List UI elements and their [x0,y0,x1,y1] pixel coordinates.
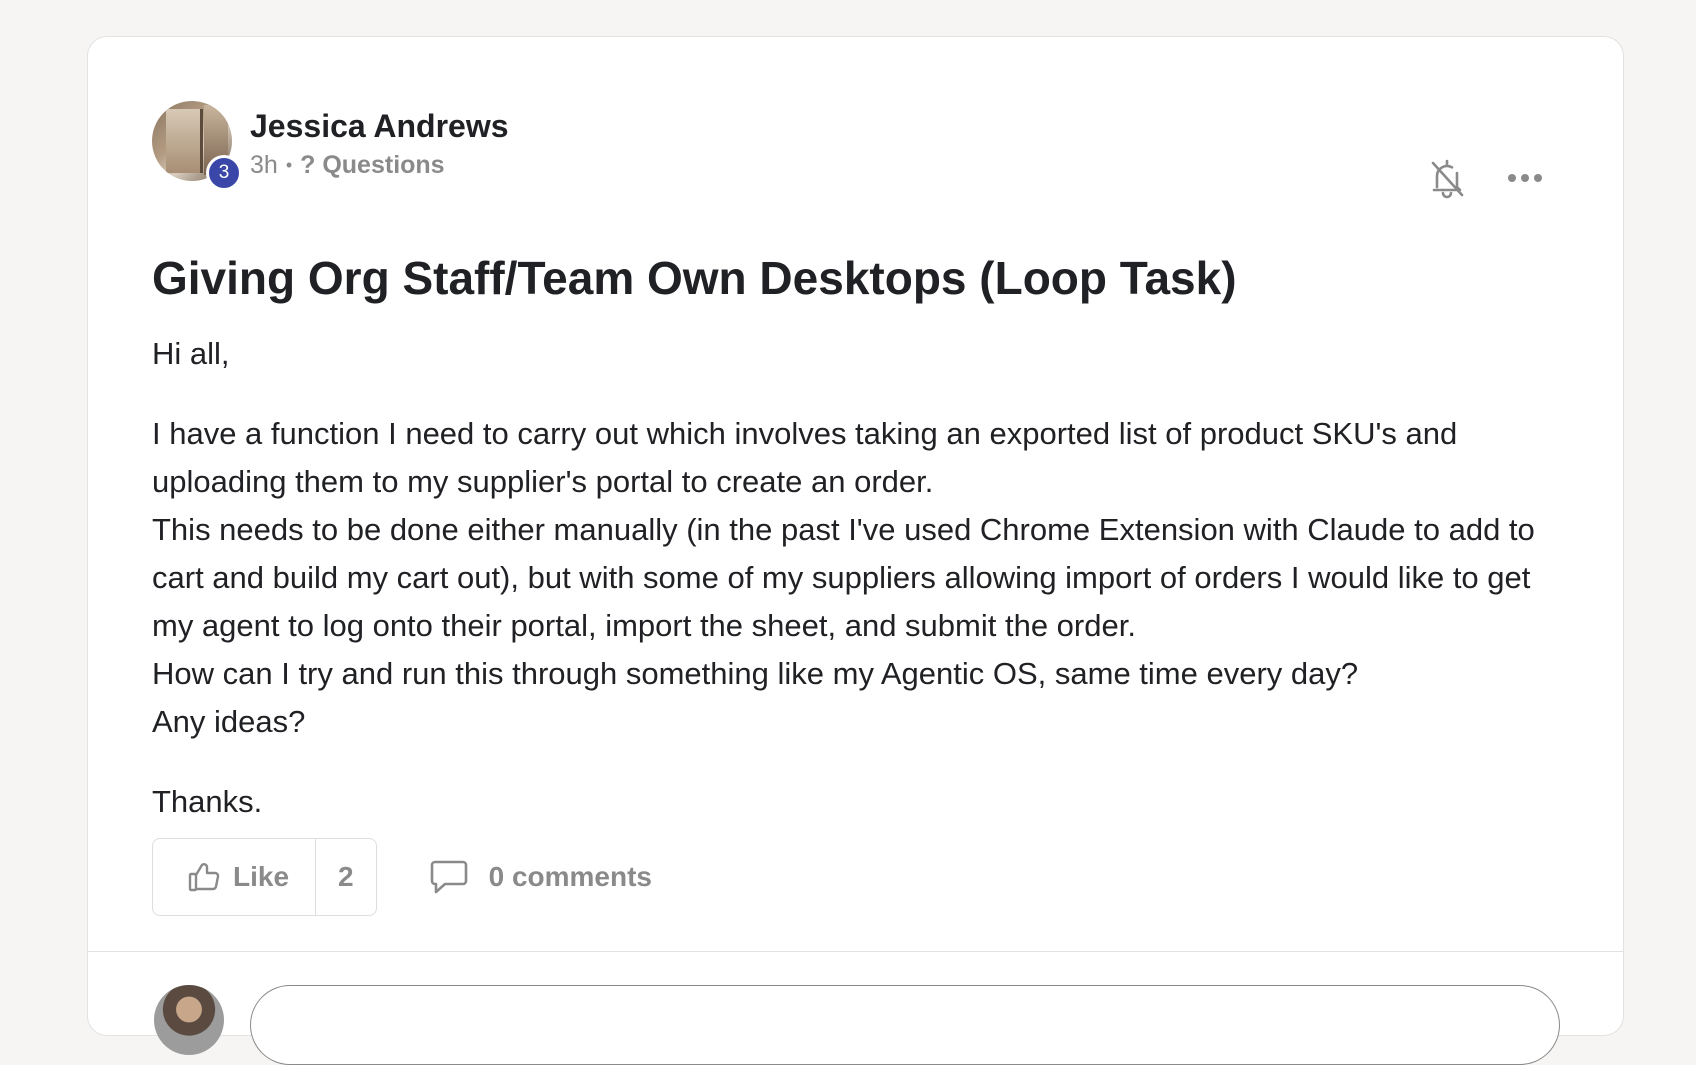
author-avatar-wrapper[interactable]: 3 [152,101,242,191]
author-level-badge: 3 [206,155,242,191]
post-body-signoff: Thanks. [152,784,263,819]
bell-off-icon[interactable] [1429,157,1465,199]
post-header-actions [1429,157,1543,199]
post-body-line: I have a function I need to carry out wh… [152,416,1458,499]
post-body-line: How can I try and run this through somet… [152,656,1359,691]
author-name[interactable]: Jessica Andrews [250,107,509,145]
comment-input[interactable] [250,985,1560,1065]
thumbs-up-icon [188,863,220,892]
current-user-avatar [154,985,224,1055]
post-title: Giving Org Staff/Team Own Desktops (Loop… [152,252,1237,304]
post-body: Hi all, I have a function I need to carr… [152,330,1572,826]
avatar-photo-detail [166,109,203,173]
comments-count-label: 0 comments [488,861,653,892]
post-body-line: This needs to be done either manually (i… [152,512,1535,643]
meta-separator: • [285,155,293,175]
post-body-line: Any ideas? [152,704,306,739]
post-body-greeting: Hi all, [152,336,230,371]
comment-section-divider [88,951,1623,952]
post-header: 3 Jessica Andrews 3h • ? Questions [152,101,509,191]
post-actions: Like 2 0 comments [152,838,652,916]
like-group: Like 2 [152,838,377,916]
like-button[interactable]: Like [153,839,317,915]
post-card: 3 Jessica Andrews 3h • ? Questions Givin… [87,36,1624,1065]
author-info: Jessica Andrews 3h • ? Questions [250,107,509,180]
more-horizontal-icon[interactable] [1507,172,1543,184]
like-label: Like [233,861,290,892]
comment-bubble-icon [430,860,467,894]
like-count[interactable]: 2 [316,839,376,915]
post-meta: 3h • ? Questions [250,151,509,180]
post-category[interactable]: ? Questions [300,151,444,180]
comments-link[interactable]: 0 comments [429,859,652,895]
post-timestamp[interactable]: 3h [250,151,278,180]
